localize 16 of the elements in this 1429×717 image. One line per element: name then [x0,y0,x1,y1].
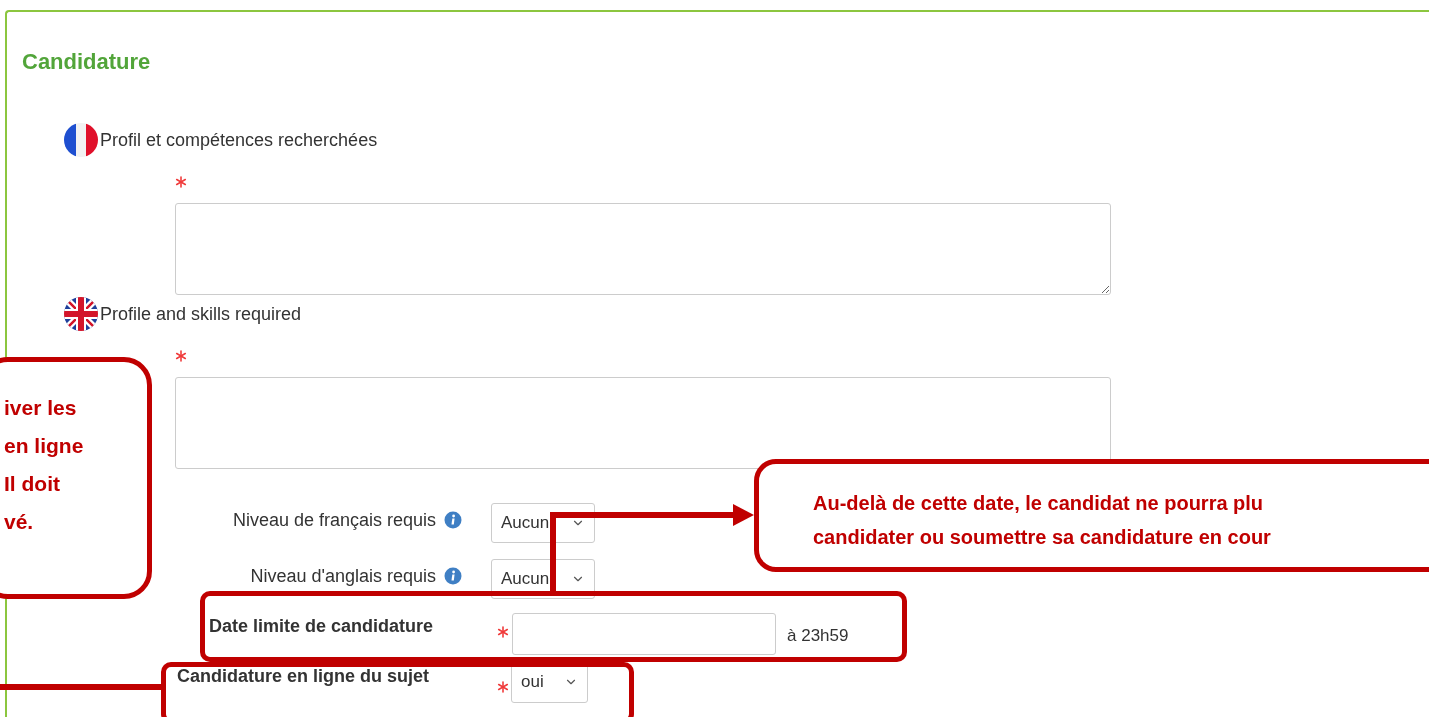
info-icon[interactable] [444,511,462,529]
field-label: Candidature en ligne du sujet [177,665,431,688]
field-label: Profile and skills required [100,302,302,326]
field-label: Niveau de français requis [232,508,436,532]
callout-text: iver les en ligne Il doit vé. [4,395,85,535]
info-icon[interactable] [444,567,462,585]
time-suffix: à 23h59 [787,625,849,647]
field-label: Niveau d'anglais requis [250,564,436,588]
field-label: Date limite de candidature [209,615,435,638]
french-flag-icon [63,122,99,158]
callout-text: Au-delà de cette date, le candidat ne pourra plu candidater ou soumettre sa candidature en cour [813,491,1272,550]
field-label: Profil et compétences recherchées [100,128,378,152]
date-input[interactable] [512,613,776,655]
dropdown-select[interactable]: Aucun [491,503,595,543]
panel-title: Candidature [21,48,152,75]
british-flag-icon [63,296,99,332]
